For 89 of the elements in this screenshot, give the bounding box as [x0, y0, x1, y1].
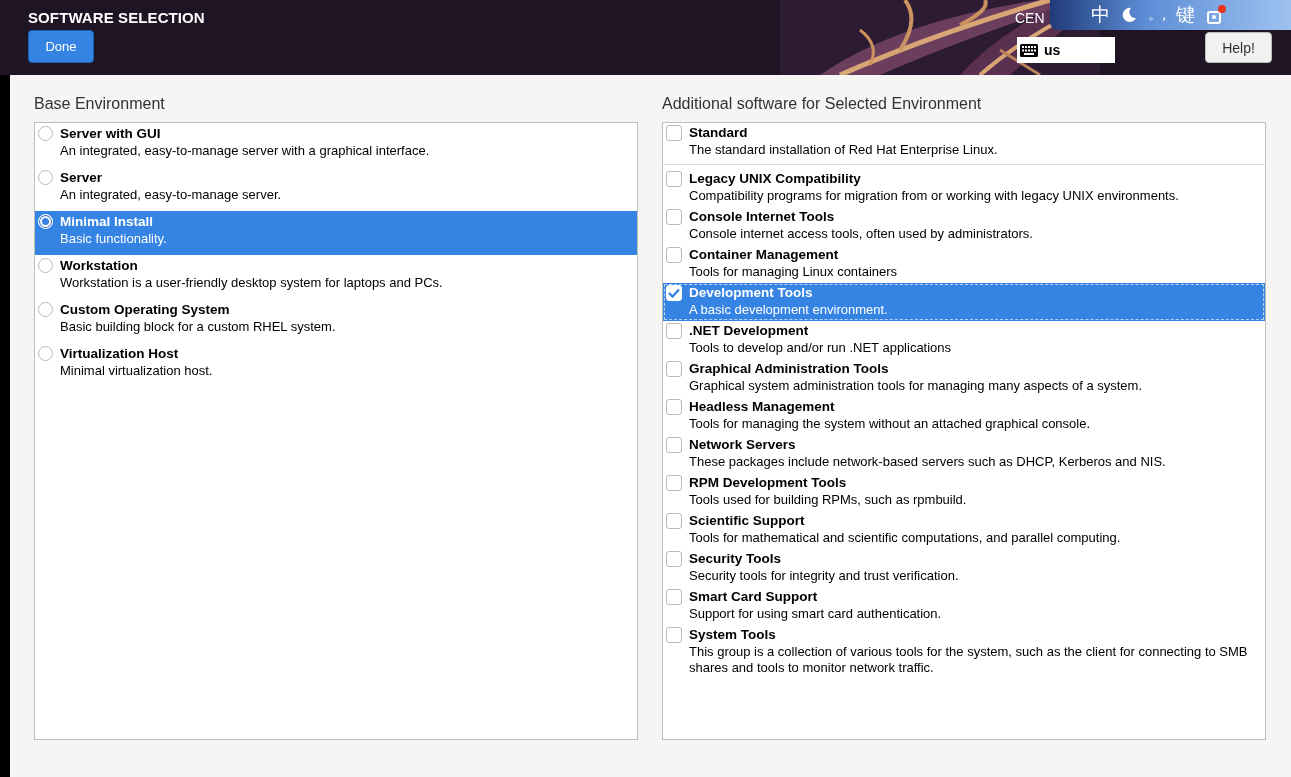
- checkbox[interactable]: [666, 513, 682, 529]
- checkbox[interactable]: [666, 247, 682, 263]
- option-description: Console internet access tools, often used by administrators.: [689, 226, 1033, 242]
- option-description: An integrated, easy-to-manage server with a graphical interface.: [60, 143, 430, 159]
- environment-option[interactable]: Server An integrated, easy-to-manage server.: [35, 167, 637, 211]
- option-name: Console Internet Tools: [689, 209, 836, 224]
- option-name: Smart Card Support: [689, 589, 819, 604]
- option-name: Server with GUI: [60, 126, 162, 141]
- radio-button[interactable]: [38, 302, 53, 317]
- option-name: Headless Management: [689, 399, 836, 414]
- option-description: The standard installation of Red Hat Enterprise Linux.: [689, 142, 998, 158]
- add-on-option[interactable]: Security Tools Security tools for integrity and trust verification.: [663, 549, 1265, 587]
- option-description: Tools for mathematical and scientific computations, and parallel computing.: [689, 530, 1121, 546]
- radio-button[interactable]: [38, 126, 53, 141]
- option-description: This group is a collection of various tools for the system, such as the client for connecting to SMB shares and tools to monitor network traffic.: [689, 644, 1249, 676]
- checkbox[interactable]: [666, 437, 682, 453]
- checkbox[interactable]: [666, 209, 682, 225]
- done-button[interactable]: Done: [28, 30, 94, 63]
- option-name: Server: [60, 170, 104, 185]
- add-on-option[interactable]: Smart Card Support Support for using smart card authentication.: [663, 587, 1265, 625]
- environment-option[interactable]: Virtualization Host Minimal virtualization host.: [35, 343, 637, 387]
- environment-option[interactable]: Minimal Install Basic functionality.: [35, 211, 637, 255]
- add-on-option[interactable]: Network Servers These packages include network-based servers such as DHCP, Kerberos and NIS.: [663, 435, 1265, 473]
- option-description: Basic building block for a custom RHEL system.: [60, 319, 336, 335]
- option-description: Workstation is a user-friendly desktop system for laptops and PCs.: [60, 275, 443, 291]
- option-name: Container Management: [689, 247, 840, 262]
- section-heading: Base Environment: [34, 95, 166, 114]
- option-description: These packages include network-based servers such as DHCP, Kerberos and NIS.: [689, 454, 1166, 470]
- keyboard-layout: us: [1044, 42, 1061, 58]
- environment-option[interactable]: Workstation Workstation is a user-friendly desktop system for laptops and PCs.: [35, 255, 637, 299]
- option-description: Basic functionality.: [60, 231, 167, 247]
- moon-icon[interactable]: [1120, 6, 1138, 24]
- add-on-option[interactable]: Graphical Administration Tools Graphical system administration tools for managing many aspects of a system.: [663, 359, 1265, 397]
- environment-option[interactable]: Server with GUI An integrated, easy-to-manage server with a graphical interface.: [35, 123, 637, 167]
- checkbox[interactable]: [666, 323, 682, 339]
- option-name: Scientific Support: [689, 513, 806, 528]
- checkbox[interactable]: [666, 589, 682, 605]
- checkbox[interactable]: [666, 361, 682, 377]
- option-name: Standard: [689, 125, 749, 140]
- option-description: Compatibility programs for migration from or working with legacy UNIX environments.: [689, 188, 1179, 204]
- section-heading: Additional software for Selected Environment: [662, 95, 983, 114]
- option-name: .NET Development: [689, 323, 810, 338]
- option-name: RPM Development Tools: [689, 475, 848, 490]
- option-name: Network Servers: [689, 437, 797, 452]
- option-description: Tools used for building RPMs, such as rpmbuild.: [689, 492, 967, 508]
- option-description: Tools for managing the system without an attached graphical console.: [689, 416, 1091, 432]
- checkbox[interactable]: [666, 399, 682, 415]
- product-label: CEN: [1015, 10, 1045, 26]
- checkbox[interactable]: [666, 551, 682, 567]
- checkbox[interactable]: [666, 475, 682, 491]
- option-description: An integrated, easy-to-manage server.: [60, 187, 282, 203]
- option-description: Tools for managing Linux containers: [689, 264, 898, 280]
- add-on-option[interactable]: .NET Development Tools to develop and/or run .NET applications: [663, 321, 1265, 359]
- option-name: Minimal Install: [60, 214, 155, 229]
- page-title: SOFTWARE SELECTION: [28, 9, 205, 26]
- option-name: Legacy UNIX Compatibility: [689, 171, 862, 186]
- add-on-option[interactable]: Container Management Tools for managing Linux containers: [663, 245, 1265, 283]
- add-on-option[interactable]: RPM Development Tools Tools used for building RPMs, such as rpmbuild.: [663, 473, 1265, 511]
- add-on-option[interactable]: Console Internet Tools Console internet access tools, often used by administrators.: [663, 207, 1265, 245]
- keyboard-layout-indicator[interactable]: us: [1017, 37, 1115, 63]
- option-name: Graphical Administration Tools: [689, 361, 890, 376]
- option-name: Workstation: [60, 258, 139, 273]
- checkbox[interactable]: [666, 627, 682, 643]
- option-description: Graphical system administration tools for managing many aspects of a system.: [689, 378, 1143, 394]
- option-description: Tools to develop and/or run .NET applications: [689, 340, 952, 356]
- option-description: Support for using smart card authentication.: [689, 606, 942, 622]
- add-on-option[interactable]: Headless Management Tools for managing the system without an attached graphical console.: [663, 397, 1265, 435]
- add-on-option[interactable]: Legacy UNIX Compatibility Compatibility programs for migration from or working with legacy UNIX environments.: [663, 169, 1265, 207]
- add-on-option[interactable]: System Tools This group is a collection of various tools for the system, such as the client for connecting to SMB shares and tools to monitor network traffic.: [663, 625, 1265, 679]
- add-on-option[interactable]: Standard The standard installation of Red Hat Enterprise Linux.: [663, 123, 1265, 165]
- option-description: Security tools for integrity and trust verification.: [689, 568, 959, 584]
- option-name: Virtualization Host: [60, 346, 180, 361]
- option-name: Custom Operating System: [60, 302, 231, 317]
- checkbox[interactable]: [666, 125, 682, 141]
- option-name: Development Tools: [689, 285, 814, 300]
- radio-button[interactable]: [38, 346, 53, 361]
- option-name: System Tools: [689, 627, 777, 642]
- add-on-option[interactable]: Development Tools A basic development environment.: [663, 283, 1265, 321]
- option-description: A basic development environment.: [689, 302, 888, 318]
- add-on-option[interactable]: Scientific Support Tools for mathematical and scientific computations, and parallel computing.: [663, 511, 1265, 549]
- help-button[interactable]: Help!: [1205, 32, 1272, 63]
- keyboard-icon: [1020, 43, 1038, 57]
- option-name: Security Tools: [689, 551, 783, 566]
- input-mode[interactable]: 中: [1091, 2, 1110, 28]
- radio-button[interactable]: [38, 170, 53, 185]
- checkbox[interactable]: [666, 171, 682, 187]
- environment-option[interactable]: Custom Operating System Basic building block for a custom RHEL system.: [35, 299, 637, 343]
- radio-button[interactable]: [38, 258, 53, 273]
- option-description: Minimal virtualization host.: [60, 363, 213, 379]
